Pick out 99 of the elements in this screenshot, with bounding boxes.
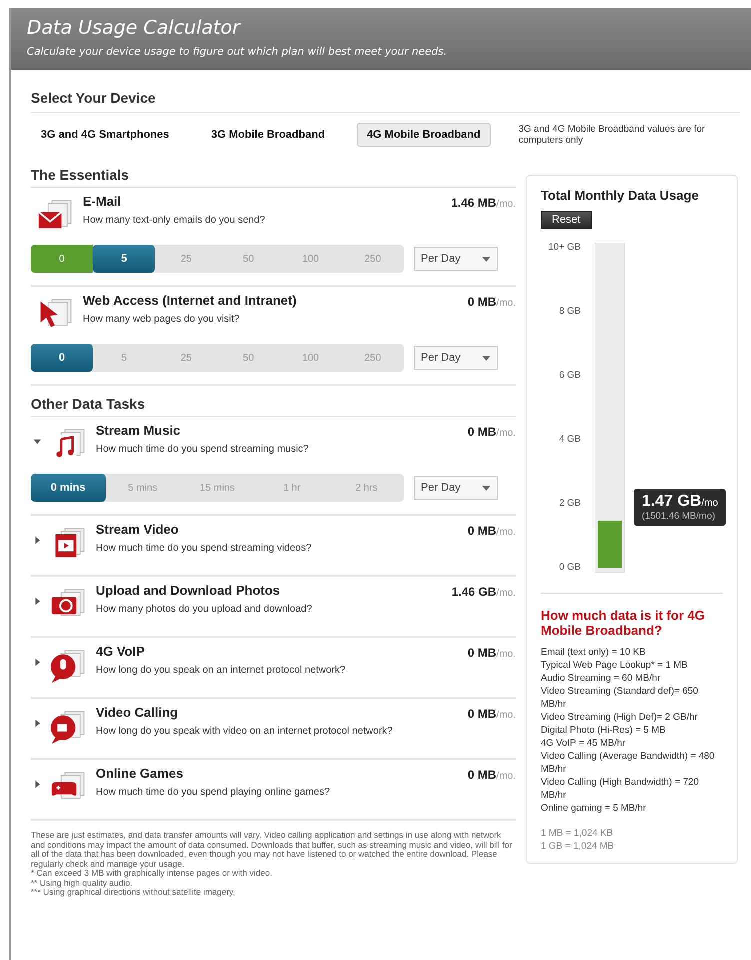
- task-question: How many web pages do you visit?: [83, 314, 241, 325]
- task-question: How long do you speak with video on an internet protocol network?: [96, 726, 394, 737]
- reset-button[interactable]: Reset: [541, 211, 592, 229]
- device-tab[interactable]: 3G and 4G Smartphones: [31, 123, 180, 147]
- task-title: Stream Video: [96, 522, 180, 537]
- device-tab[interactable]: 4G Mobile Broadband: [357, 123, 491, 147]
- section-heading: The Essentials: [31, 167, 516, 188]
- device-tab[interactable]: 3G Mobile Broadband: [201, 123, 336, 147]
- reference-item: Audio Streaming = 60 MB/hr: [541, 672, 662, 685]
- usage-amount: 1.46 GB: [452, 585, 497, 599]
- task-title: 4G VoIP: [96, 644, 146, 659]
- slider-option[interactable]: 50: [218, 245, 280, 273]
- axis-label: 8 GB: [559, 306, 581, 317]
- expand-arrow-icon[interactable]: [33, 597, 42, 606]
- slider-option[interactable]: 250: [342, 245, 404, 273]
- slider-option[interactable]: 100: [280, 344, 342, 372]
- usage-amount: 0 MB: [468, 295, 497, 309]
- task-title: Upload and Download Photos: [96, 583, 282, 598]
- footnote: ** Using high quality audio.: [31, 878, 133, 888]
- reference-item: Online gaming = 5 MB/hr: [541, 802, 648, 815]
- conversion-note: 1 MB = 1,024 KB: [541, 827, 614, 840]
- disclaimer-text: These are just estimates, and data transfer amounts will vary. Video calling application and settings in use along with network and conditions may impact the amount of data consumed. Downloads that buffer, such as streaming music and video, will bill for all of the data that has been downloaded, even though you may not have listened to or watched the entire download. Please regularly check and manage your usage.: [31, 831, 514, 869]
- reference-item: Video Calling (High Bandwidth) = 720 MB/hr: [541, 776, 700, 802]
- axis-label: 10+ GB: [548, 242, 581, 253]
- usage-unit: /mo.: [496, 298, 516, 309]
- footnote: *** Using graphical directions without satellite imagery.: [31, 888, 236, 898]
- usage-amount: 0 MB: [468, 524, 497, 538]
- caret-icon: [482, 486, 491, 490]
- page-subtitle: Calculate your device usage to figure out which plan will best meet your needs.: [27, 46, 448, 58]
- slider-option[interactable]: 0: [31, 245, 94, 273]
- axis-label: 4 GB: [559, 434, 581, 445]
- panel-title: Total Monthly Data Usage: [541, 188, 700, 203]
- usage-unit: /mo.: [496, 710, 516, 721]
- total-usage: 1.47 GB: [642, 492, 702, 510]
- period-dropdown[interactable]: Per Day: [414, 476, 498, 500]
- reference-item: 4G VoIP = 45 MB/hr: [541, 737, 627, 750]
- reference-item: Typical Web Page Lookup* = 1 MB: [541, 659, 689, 672]
- expand-arrow-icon[interactable]: [33, 437, 42, 446]
- usage-unit: /mo.: [496, 428, 516, 439]
- usage-amount: 0 MB: [468, 646, 497, 660]
- reference-item: Video Streaming (High Def)= 2 GB/hr: [541, 711, 699, 724]
- period-dropdown[interactable]: Per Day: [414, 346, 498, 370]
- slider-option[interactable]: 0 mins: [31, 474, 106, 502]
- reference-item: Digital Photo (Hi-Res) = 5 MB: [541, 724, 667, 737]
- usage-unit: /mo.: [496, 199, 516, 210]
- total-usage-mb: (1501.46 MB/mo): [642, 510, 716, 522]
- conversion-note: 1 GB = 1,024 MB: [541, 840, 616, 853]
- usage-amount: 0 MB: [468, 768, 497, 782]
- task-title: E-Mail: [83, 194, 122, 209]
- task-question: How many photos do you upload and download?: [96, 604, 314, 615]
- expand-arrow-icon[interactable]: [33, 719, 42, 728]
- slider-option[interactable]: 5: [93, 245, 156, 273]
- task-question: How much time do you spend streaming music?: [96, 444, 310, 455]
- task-title: Web Access (Internet and Intranet): [83, 293, 298, 308]
- task-title: Stream Music: [96, 423, 182, 438]
- usage-unit: /mo.: [496, 527, 516, 538]
- device-note: 3G and 4G Mobile Broadband values are for computers only: [518, 124, 706, 146]
- task-title: Video Calling: [96, 705, 180, 720]
- usage-unit: /mo.: [496, 771, 516, 782]
- slider-option[interactable]: 100: [280, 245, 342, 273]
- footnote: * Can exceed 3 MB with graphically intense pages or with video.: [31, 869, 274, 878]
- caret-icon: [482, 356, 491, 360]
- slider-option[interactable]: 5 mins: [106, 474, 180, 502]
- task-question: How many text-only emails do you send?: [83, 215, 266, 226]
- section-heading: Select Your Device: [31, 90, 740, 113]
- task-question: How much time do you spend streaming videos?: [96, 543, 313, 554]
- slider-option[interactable]: 25: [155, 344, 218, 372]
- reference-heading: How much data is it for 4G Mobile Broadband?: [541, 608, 706, 638]
- reference-item: Video Calling (Average Bandwidth) = 480 MB/hr: [541, 750, 716, 776]
- slider-option[interactable]: 2 hrs: [329, 474, 404, 502]
- caret-icon: [482, 256, 491, 262]
- expand-arrow-icon[interactable]: [33, 658, 42, 667]
- usage-bar: [598, 520, 622, 568]
- slider-option[interactable]: 250: [342, 344, 404, 372]
- slider-option[interactable]: 25: [155, 245, 218, 273]
- reference-item: Email (text only) = 10 KB: [541, 646, 647, 659]
- reference-item: Video Streaming (Standard def)= 650 MB/hr: [541, 685, 700, 711]
- slider-option[interactable]: 0: [31, 344, 94, 372]
- slider-option[interactable]: 5: [93, 344, 156, 372]
- axis-label: 6 GB: [559, 370, 581, 381]
- slider-option[interactable]: 15 mins: [180, 474, 255, 502]
- total-unit: /mo: [702, 498, 718, 509]
- task-question: How much time do you spend playing online games?: [96, 787, 332, 798]
- period-dropdown[interactable]: Per Day: [414, 247, 498, 271]
- slider-option[interactable]: 50: [218, 344, 280, 372]
- section-heading: Other Data Tasks: [31, 396, 516, 417]
- usage-amount: 1.46 MB: [451, 196, 497, 210]
- expand-arrow-icon[interactable]: [33, 780, 42, 789]
- axis-label: 0 GB: [559, 562, 581, 573]
- usage-amount: 0 MB: [468, 707, 497, 721]
- expand-arrow-icon[interactable]: [33, 536, 42, 545]
- page-title: Data Usage Calculator: [27, 17, 242, 39]
- usage-unit: /mo.: [496, 588, 516, 599]
- slider-option[interactable]: 1 hr: [254, 474, 330, 502]
- axis-label: 2 GB: [559, 498, 581, 509]
- task-question: How long do you speak on an internet protocol network?: [96, 665, 347, 676]
- usage-amount: 0 MB: [468, 425, 497, 439]
- task-title: Online Games: [96, 766, 184, 781]
- usage-unit: /mo.: [496, 649, 516, 660]
